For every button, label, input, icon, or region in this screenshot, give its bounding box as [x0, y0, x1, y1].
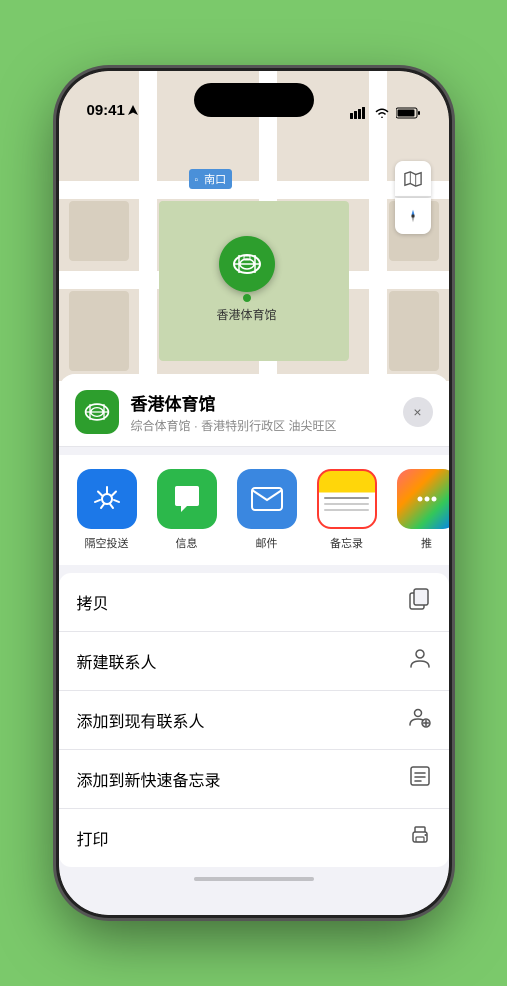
- print-label: 打印: [77, 826, 109, 850]
- map-block: [69, 291, 129, 371]
- signal-icon: [350, 107, 368, 119]
- battery-icon: [396, 107, 421, 119]
- share-more[interactable]: 推: [395, 469, 449, 551]
- map-entrance-text: 南口: [204, 174, 226, 186]
- map-entrance-label: ▫ 南口: [189, 169, 233, 189]
- venue-pin[interactable]: 香港体育馆: [217, 236, 277, 323]
- location-button[interactable]: [395, 198, 431, 234]
- notes-line-2: [324, 503, 369, 505]
- copy-symbol: [409, 588, 431, 610]
- time-display: 09:41: [87, 102, 125, 119]
- pin-dot: [243, 294, 251, 302]
- more-label: 推: [421, 535, 432, 551]
- message-icon: [157, 469, 217, 529]
- stadium-icon: [231, 248, 263, 280]
- map-block: [389, 291, 439, 371]
- message-label: 信息: [176, 535, 198, 551]
- print-symbol: [409, 824, 431, 846]
- phone-frame: 09:41: [59, 71, 449, 915]
- airdrop-label: 隔空投送: [85, 535, 129, 551]
- quick-note-symbol: [409, 765, 431, 787]
- new-contact-icon: [409, 647, 431, 675]
- share-airdrop[interactable]: 隔空投送: [75, 469, 139, 551]
- share-message[interactable]: 信息: [155, 469, 219, 551]
- venue-logo: [75, 390, 119, 434]
- new-contact-label: 新建联系人: [77, 649, 157, 673]
- dynamic-island: [194, 83, 314, 117]
- action-copy[interactable]: 拷贝: [59, 573, 449, 632]
- wifi-icon: [374, 107, 390, 119]
- action-new-contact[interactable]: 新建联系人: [59, 632, 449, 691]
- status-time: 09:41: [87, 102, 138, 119]
- location-arrow-icon: [128, 105, 138, 117]
- venue-stadium-icon: [83, 398, 111, 426]
- add-notes-icon: [409, 765, 431, 793]
- share-row: 隔空投送 信息: [59, 455, 449, 565]
- compass-icon: [405, 208, 421, 224]
- map-road: [59, 181, 449, 199]
- map-icon: [404, 170, 422, 188]
- mail-label: 邮件: [256, 535, 278, 551]
- map-block: [69, 201, 129, 261]
- action-add-notes[interactable]: 添加到新快速备忘录: [59, 750, 449, 809]
- close-button[interactable]: ×: [403, 397, 433, 427]
- airdrop-icon: [77, 469, 137, 529]
- bottom-sheet: 香港体育馆 综合体育馆 · 香港特别行政区 油尖旺区 ×: [59, 374, 449, 915]
- venue-description: 综合体育馆 · 香港特别行政区 油尖旺区: [131, 417, 403, 434]
- message-symbol: [171, 484, 203, 514]
- venue-name: 香港体育馆: [131, 390, 403, 415]
- notes-line-1: [324, 497, 369, 499]
- notes-label: 备忘录: [330, 535, 363, 551]
- airdrop-symbol: [92, 484, 122, 514]
- mail-symbol: [250, 486, 284, 512]
- pin-icon: [219, 236, 275, 292]
- more-icon: [397, 469, 449, 529]
- close-icon: ×: [413, 404, 421, 420]
- notes-icon: [317, 469, 377, 529]
- notes-lines: [324, 497, 369, 511]
- add-existing-icon: [409, 706, 431, 734]
- home-indicator: [194, 877, 314, 881]
- share-notes[interactable]: 备忘录: [315, 469, 379, 551]
- print-icon: [409, 824, 431, 852]
- share-mail[interactable]: 邮件: [235, 469, 299, 551]
- pin-label-text: 香港体育馆: [217, 306, 277, 323]
- copy-label: 拷贝: [77, 590, 109, 614]
- action-add-existing[interactable]: 添加到现有联系人: [59, 691, 449, 750]
- status-icons: [350, 107, 421, 119]
- more-symbol: [413, 485, 441, 513]
- add-notes-label: 添加到新快速备忘录: [77, 767, 221, 791]
- person-symbol: [409, 647, 431, 669]
- add-existing-label: 添加到现有联系人: [77, 708, 205, 732]
- notes-line-3: [324, 509, 369, 511]
- map-type-button[interactable]: [395, 161, 431, 197]
- venue-info: 香港体育馆 综合体育馆 · 香港特别行政区 油尖旺区: [131, 390, 403, 434]
- home-indicator-area: [59, 867, 449, 881]
- action-print[interactable]: 打印: [59, 809, 449, 867]
- map-controls: [395, 161, 431, 234]
- sheet-header: 香港体育馆 综合体育馆 · 香港特别行政区 油尖旺区 ×: [59, 374, 449, 447]
- person-add-symbol: [409, 706, 431, 728]
- mail-icon: [237, 469, 297, 529]
- copy-icon: [409, 588, 431, 616]
- action-list: 拷贝 新建联系人: [59, 573, 449, 867]
